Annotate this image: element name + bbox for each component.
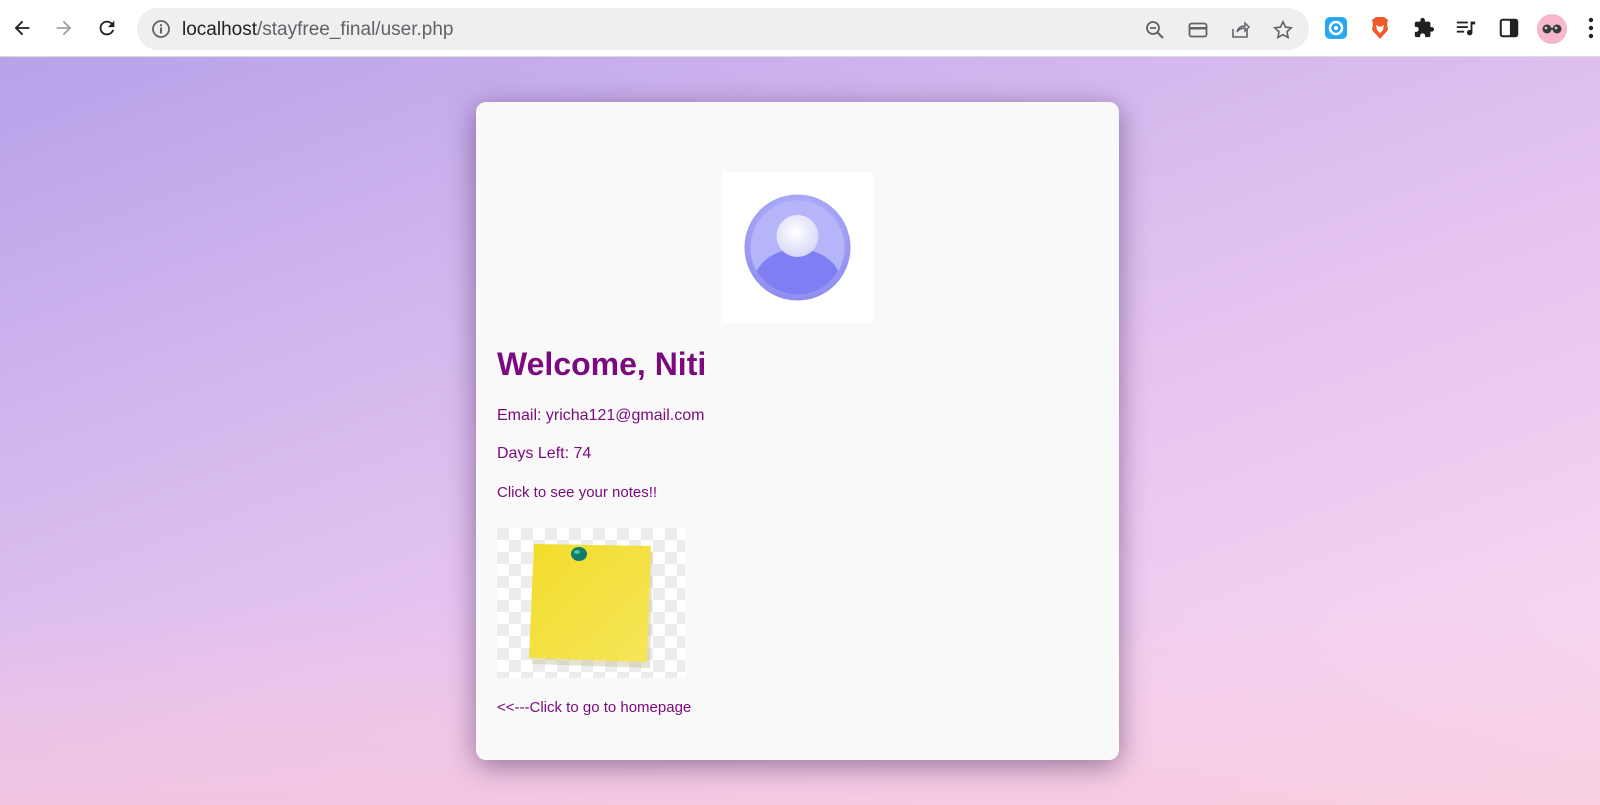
info-icon[interactable] (151, 19, 171, 39)
sticky-note-icon (497, 528, 685, 678)
arrow-right-icon (56, 20, 72, 36)
arrow-left-icon (14, 20, 30, 36)
puzzle-icon[interactable] (1411, 15, 1437, 41)
forward-button[interactable] (50, 14, 78, 42)
profile-avatar-image (722, 172, 873, 323)
zoom-icon[interactable] (1143, 18, 1167, 42)
notes-link[interactable]: Click to see your notes!! (497, 484, 657, 501)
url-host: localhost (182, 19, 257, 40)
share-icon[interactable] (1228, 18, 1252, 42)
card-icon[interactable] (1186, 18, 1210, 42)
playlist-icon[interactable] (1453, 15, 1479, 41)
reload-button[interactable] (93, 14, 121, 42)
welcome-heading: Welcome, Niti (497, 346, 707, 382)
url-path: /stayfree_final/user.php (257, 19, 454, 40)
star-icon[interactable] (1271, 18, 1295, 42)
side-panel-icon[interactable] (1496, 15, 1522, 41)
address-bar[interactable]: localhost/stayfree_final/user.php (137, 8, 1309, 50)
reload-icon (99, 20, 115, 36)
user-avatar-icon (744, 194, 851, 301)
browser-toolbar: localhost/stayfree_final/user.php (0, 0, 1600, 57)
days-left-text: Days Left: 74 (497, 445, 592, 462)
url-text: localhost/stayfree_final/user.php (182, 19, 453, 41)
back-button[interactable] (8, 14, 36, 42)
email-text: Email: yricha121@gmail.com (497, 407, 705, 424)
page-background: Welcome, Niti Email: yricha121@gmail.com… (0, 57, 1600, 805)
kebab-menu-icon[interactable] (1583, 15, 1599, 41)
sticky-note-image[interactable] (497, 528, 685, 678)
brave-lion-icon[interactable] (1367, 15, 1393, 41)
profile-avatar-icon[interactable] (1537, 14, 1567, 44)
homepage-link[interactable]: <<---Click to go to homepage (497, 699, 691, 716)
user-card: Welcome, Niti Email: yricha121@gmail.com… (476, 102, 1119, 760)
extension-blue-icon[interactable] (1323, 15, 1349, 41)
